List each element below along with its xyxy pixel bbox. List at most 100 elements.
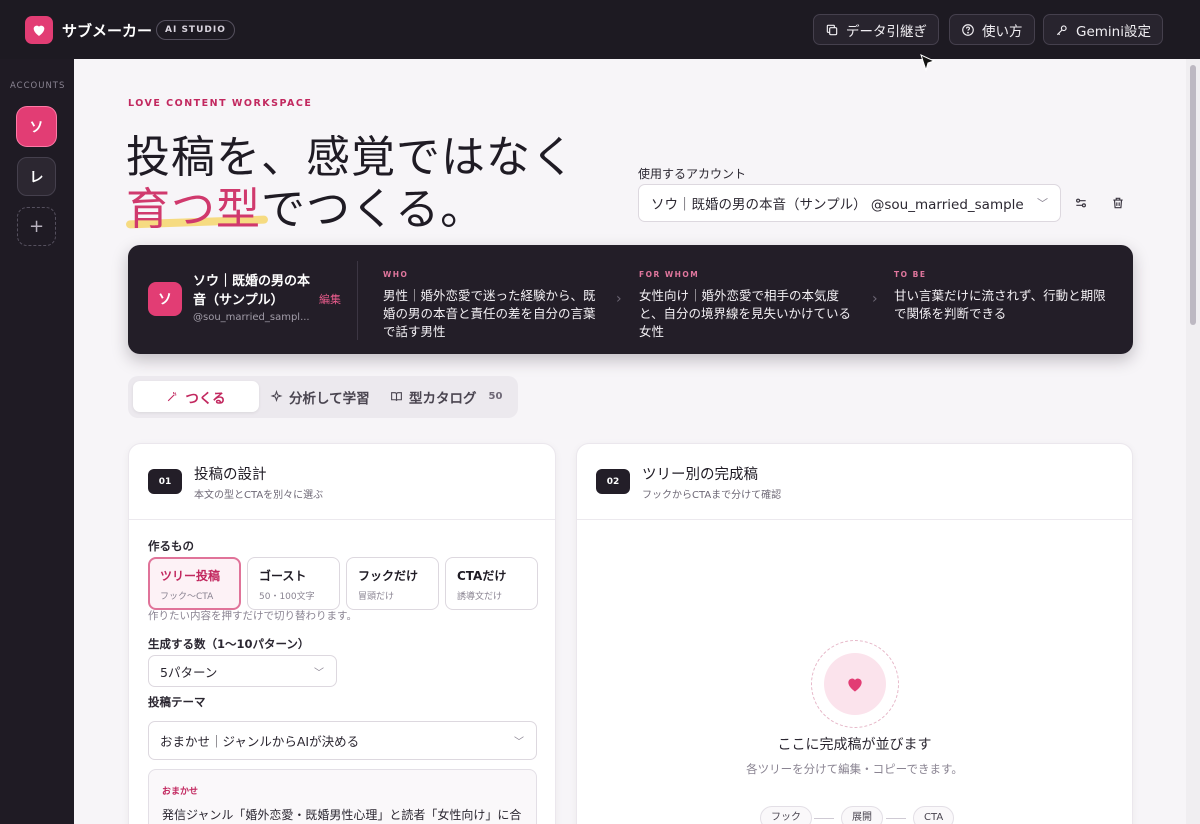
scrollbar[interactable] [1186,59,1200,824]
chevron-down-icon: ﹀ [1037,197,1048,210]
account-avatar[interactable]: レ [17,157,56,196]
account-select[interactable]: ソウ｜既婚の男の本音（サンプル） @sou_married_sample ﹀ [638,184,1061,222]
flow-chip-develop: 展開 [841,806,883,824]
heart-icon [848,678,862,692]
delete-account-button[interactable] [1108,193,1128,213]
flow-connector [814,818,834,819]
profile-edit-link[interactable]: 編集 [319,291,341,307]
profile-avatar: ソ [148,282,182,316]
magic-wand-icon [168,392,177,402]
divider [357,261,358,340]
result-card-header: 02 ツリー別の完成稿 フックからCTAまで分けて確認 [577,444,1132,520]
rail-label: ACCOUNTS [10,81,66,91]
cursor-icon [920,54,936,72]
empty-state-circle [824,653,886,715]
option-sub: フック〜CTA [160,592,214,602]
result-card: 02 ツリー別の完成稿 フックからCTAまで分けて確認 ここに完成稿が並びます … [576,443,1133,824]
theme-label: 投稿テーマ [148,695,206,709]
tab-analyze[interactable]: 分析して学習 [270,381,370,412]
key-icon [1056,24,1067,35]
flow-chip-hook: フック [760,806,812,824]
app-badge: AI STUDIO [156,20,235,40]
app-name: サブメーカー [62,22,153,40]
account-avatar-active[interactable]: ソ [17,107,56,146]
to-be-text: 甘い言葉だけに流されず、行動と期限で関係を判断できる [894,288,1106,321]
tab-create-label: つくる [185,390,226,407]
hero-eyebrow: LOVE CONTENT WORKSPACE [128,98,313,109]
option-title: ゴースト [259,569,307,583]
step-badge: 02 [596,469,630,494]
account-select-value: ソウ｜既婚の男の本音（サンプル） @sou_married_sample [651,197,1024,213]
sparkle-icon [270,390,283,403]
step-badge: 01 [148,469,182,494]
chevron-down-icon: ﹀ [314,667,324,679]
hero-accent: 育つ型 [126,184,261,235]
to-be-tag: TO BE [894,270,927,279]
brand-logo[interactable] [25,16,53,44]
result-card-subtitle: フックからCTAまで分けて確認 [642,490,782,501]
theme-info-box: おまかせ 発信ジャンル「婚外恋愛・既婚男性心理」と読者「女性向け」に合 [148,769,537,824]
copy-icon [826,24,838,35]
book-icon [391,392,402,401]
for-whom-text: 女性向け｜婚外恋愛で相手の本気度と、自分の境界線を見失いかけている女性 [639,288,852,339]
design-card-title: 投稿の設計 [194,467,267,483]
option-ghost[interactable]: ゴースト 50・100文字 [247,557,340,610]
heart-icon [33,25,45,36]
option-sub: 50・100文字 [259,592,315,602]
design-card-header: 01 投稿の設計 本文の型とCTAを別々に選ぶ [129,444,555,520]
theme-select-value: おまかせ｜ジャンルからAIが決める [160,734,360,749]
what-label: 作るもの [148,539,194,553]
info-text: 発信ジャンル「婚外恋愛・既婚男性心理」と読者「女性向け」に合 [162,808,522,822]
main-workspace: LOVE CONTENT WORKSPACE 投稿を、感覚ではなく 育つ型でつく… [74,59,1186,824]
how-to-label: 使い方 [982,23,1023,40]
profile-handle: @sou_married_sampl... [193,312,310,323]
for-whom-tag: FOR WHOM [639,270,700,279]
scrollbar-thumb[interactable] [1190,65,1196,325]
option-sub: 誘導文だけ [457,592,503,602]
option-sub: 冒頭だけ [358,592,395,602]
empty-state-subtitle: 各ツリーを分けて編集・コピーできます。 [746,762,963,776]
profile-name: ソウ｜既婚の男の本音（サンプル） [193,274,311,308]
trash-icon [1113,197,1123,209]
chevron-right-icon: › [616,291,622,307]
how-to-button[interactable]: 使い方 [949,14,1035,45]
account-rail: ACCOUNTS ソ レ + [0,59,74,824]
option-hint: 作りたい内容を押すだけで切り替わります。 [148,610,357,622]
option-cta-only[interactable]: CTAだけ 誘導文だけ [445,557,538,610]
tab-catalog[interactable]: 型カタログ 50 [390,381,502,412]
who-text: 男性｜婚外恋愛で迷った経験から、既婚の男の本音と責任の差を自分の言葉で話す男性 [383,288,596,339]
result-card-title: ツリー別の完成稿 [642,467,758,483]
count-label: 生成する数（1〜10パターン） [148,637,310,651]
data-transfer-button[interactable]: データ引継ぎ [813,14,939,45]
option-hook-only[interactable]: フックだけ 冒頭だけ [346,557,439,610]
flow-chip-cta: CTA [913,806,955,824]
option-title: CTAだけ [457,569,507,583]
option-tree-post[interactable]: ツリー投稿 フック〜CTA [148,557,241,610]
tab-create[interactable]: つくる [133,381,259,412]
empty-state-illustration [811,640,899,728]
tab-catalog-label: 型カタログ [409,390,477,407]
profile-summary: ソ ソウ｜既婚の男の本音（サンプル） @sou_married_sampl...… [128,245,1133,354]
count-select[interactable]: 5パターン ﹀ [148,655,337,687]
design-card-subtitle: 本文の型とCTAを別々に選ぶ [194,490,324,501]
option-title: フックだけ [358,569,419,583]
info-tag: おまかせ [162,787,199,797]
gemini-settings-button[interactable]: Gemini設定 [1043,14,1163,45]
gemini-settings-label: Gemini設定 [1076,23,1151,40]
theme-select[interactable]: おまかせ｜ジャンルからAIが決める ﹀ [148,721,537,760]
help-icon [962,23,974,36]
empty-state-title: ここに完成稿が並びます [777,737,932,753]
add-account-button[interactable]: + [17,207,56,246]
flow-connector [886,818,906,819]
top-bar: サブメーカー AI STUDIO データ引継ぎ 使い方 Gemini設定 [0,0,1200,59]
chevron-right-icon: › [872,291,878,307]
count-select-value: 5パターン [160,664,218,680]
hero-rest: でつくる。 [261,184,486,235]
account-picker-label: 使用するアカウント [638,167,747,181]
design-card: 01 投稿の設計 本文の型とCTAを別々に選ぶ 作るもの ツリー投稿 フック〜C… [128,443,556,824]
mode-tabs: つくる 分析して学習 型カタログ 50 [128,376,518,418]
sliders-icon [1076,198,1086,208]
option-title: ツリー投稿 [160,569,221,583]
account-settings-button[interactable] [1071,193,1091,213]
catalog-count: 50 [488,391,503,402]
